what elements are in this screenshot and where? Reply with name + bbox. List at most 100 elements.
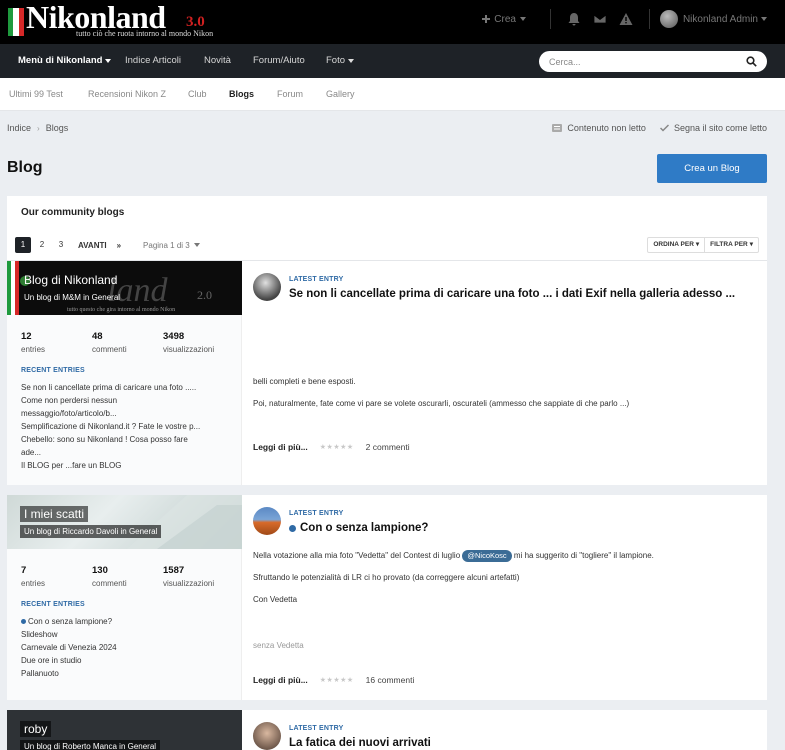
blog-row: land 2.0 tutto questo che gira intorno a… xyxy=(7,261,767,485)
subnav-item-tests[interactable]: Ultimi 99 Test xyxy=(9,78,63,111)
nav-item-news[interactable]: Novità xyxy=(204,44,231,78)
entry-paragraph: Nella votazione alla mia foto "Vedetta" … xyxy=(253,550,654,562)
subnav-item-blogs[interactable]: Blogs xyxy=(229,78,254,111)
cover-image: land 2.0 tutto questo che gira intorno a… xyxy=(7,261,212,315)
avatar[interactable] xyxy=(253,507,281,535)
latest-entry-title-text: Con o senza lampione? xyxy=(300,522,429,534)
entry-footer: Leggi di più... ★★★★★ 16 commenti xyxy=(253,675,414,685)
nav-item-menu[interactable]: Menù di Nikonland xyxy=(18,44,112,78)
mark-read-link[interactable]: Segna il sito come letto xyxy=(659,123,767,133)
chevron-down-icon xyxy=(193,243,200,247)
stat-value: 12 xyxy=(21,331,32,342)
latest-entry-title[interactable]: La fatica dei nuovi arrivati xyxy=(289,737,431,749)
subnav-item-gallery[interactable]: Gallery xyxy=(326,78,355,111)
stat-label: visualizzazioni xyxy=(163,345,215,354)
next-page-button[interactable]: AVANTI xyxy=(78,241,107,250)
create-blog-button[interactable]: Crea un Blog xyxy=(657,154,767,183)
entry-paragraph: Con Vedetta xyxy=(253,595,298,604)
sort-button[interactable]: ORDINA PER ▾ xyxy=(648,238,704,252)
filter-button[interactable]: FILTRA PER ▾ xyxy=(704,238,758,252)
blog-stats: 7 entries 130 commenti 1587 visualizzazioni xyxy=(21,565,234,588)
nav-item-articles[interactable]: Indice Articoli xyxy=(125,44,181,78)
avatar[interactable] xyxy=(253,273,281,301)
bell-icon[interactable] xyxy=(567,12,581,26)
subnav-item-club[interactable]: Club xyxy=(188,78,207,111)
page-3-button[interactable]: 3 xyxy=(53,237,69,253)
site-header: Nikonland 3.0 tutto ciò che ruota intorn… xyxy=(0,0,785,44)
main-nav: Menù di Nikonland Indice Articoli Novità… xyxy=(0,44,785,78)
list-item[interactable]: Semplificazione di Nikonland.it ? Fate l… xyxy=(21,420,231,433)
list-item[interactable]: Due ore in studio xyxy=(21,654,231,667)
comments-count[interactable]: 16 commenti xyxy=(366,675,415,685)
list-item[interactable]: Con o senza lampione? xyxy=(21,615,231,628)
envelope-icon[interactable] xyxy=(593,12,607,26)
warning-icon[interactable] xyxy=(619,12,633,26)
subnav-item-reviews[interactable]: Recensioni Nikon Z xyxy=(88,78,166,111)
search-input[interactable] xyxy=(539,51,729,72)
last-page-button[interactable]: » xyxy=(117,241,121,250)
unread-dot-icon xyxy=(21,619,26,624)
header-divider xyxy=(549,9,551,29)
list-item[interactable]: Pallanuoto xyxy=(21,667,231,680)
user-menu[interactable]: Nikonland Admin xyxy=(683,14,767,25)
stat-label: visualizzazioni xyxy=(163,579,215,588)
rating-stars[interactable]: ★★★★★ xyxy=(320,676,354,684)
blog-title[interactable]: I miei scatti xyxy=(20,506,89,522)
read-more-link[interactable]: Leggi di più... xyxy=(253,442,308,452)
user-name-label: Nikonland Admin xyxy=(682,13,758,25)
blog-title[interactable]: Blog di Nikonland xyxy=(20,272,121,288)
avatar[interactable] xyxy=(659,10,678,28)
page-jump-menu[interactable]: Pagina 1 di 3 xyxy=(143,241,200,250)
list-item[interactable]: Slideshow xyxy=(21,628,231,641)
page-title: Blog xyxy=(7,159,43,176)
stat-comments: 48 commenti xyxy=(92,331,163,354)
user-bar: Crea Nikonland Admin xyxy=(482,0,767,38)
stat-entries: 12 entries xyxy=(21,331,92,354)
subnav-item-forum[interactable]: Forum xyxy=(277,78,303,111)
stat-value: 48 xyxy=(92,331,103,342)
mark-read-label: Segna il sito come letto xyxy=(673,123,767,133)
page-1-button[interactable]: 1 xyxy=(15,237,31,253)
blog-cover[interactable]: roby Un blog di Roberto Manca in General xyxy=(7,710,242,750)
list-item[interactable]: Il BLOG per ...fare un BLOG xyxy=(21,459,231,472)
list-item[interactable]: Come non perdersi nessun xyxy=(21,394,231,407)
pagination: 1 2 3 AVANTI » Pagina 1 di 3 xyxy=(15,237,200,253)
latest-entry: LATEST ENTRY La fatica dei nuovi arrivat… xyxy=(253,710,761,750)
list-item[interactable]: Se non li cancellate prima di caricare u… xyxy=(21,381,231,394)
search-icon[interactable] xyxy=(746,56,757,67)
avatar[interactable] xyxy=(253,722,281,750)
latest-entry: LATEST ENTRY Con o senza lampione? Nella… xyxy=(253,495,761,700)
recent-entries-heading: RECENT ENTRIES xyxy=(21,367,85,374)
breadcrumb-item-home[interactable]: Indice xyxy=(7,123,31,133)
nav-item-photo[interactable]: Foto xyxy=(326,44,354,78)
list-item[interactable]: Chebello: sono su Nikonland ! Cosa posso… xyxy=(21,433,231,446)
user-mention[interactable]: @NicoKosc xyxy=(462,550,512,562)
unread-content-link[interactable]: Contenuto non letto xyxy=(552,123,646,133)
comments-count[interactable]: 2 commenti xyxy=(366,442,410,452)
search-box xyxy=(539,51,767,72)
blog-cover[interactable]: land 2.0 tutto questo che gira intorno a… xyxy=(7,261,242,315)
blog-summary: land 2.0 tutto questo che gira intorno a… xyxy=(7,261,242,485)
blog-subtitle: Un blog di Riccardo Davoli in General xyxy=(20,525,162,538)
latest-entry-title[interactable]: Con o senza lampione? xyxy=(289,522,428,534)
rating-stars[interactable]: ★★★★★ xyxy=(320,443,354,451)
header-divider xyxy=(648,9,650,29)
latest-entry-title[interactable]: Se non li cancellate prima di caricare u… xyxy=(289,288,735,300)
unread-dot-icon xyxy=(289,524,296,532)
blog-title[interactable]: roby xyxy=(20,721,52,737)
list-item[interactable]: ade... xyxy=(21,446,231,459)
stat-comments: 130 commenti xyxy=(92,565,163,588)
stat-label: commenti xyxy=(92,345,127,354)
list-item[interactable]: Carnevale di Venezia 2024 xyxy=(21,641,231,654)
blog-cover[interactable]: I miei scatti Un blog di Riccardo Davoli… xyxy=(7,495,242,549)
read-more-link[interactable]: Leggi di più... xyxy=(253,675,308,685)
page-2-button[interactable]: 2 xyxy=(34,237,50,253)
unread-content-label: Contenuto non letto xyxy=(567,123,646,133)
entry-paragraph: Poi, naturalmente, fate come vi pare se … xyxy=(253,399,630,408)
nav-item-forum[interactable]: Forum/Aiuto xyxy=(253,44,305,78)
list-item[interactable]: messaggio/foto/articolo/b... xyxy=(21,407,231,420)
entry-footer: Leggi di più... ★★★★★ 2 commenti xyxy=(253,442,410,452)
breadcrumb-item-blogs[interactable]: Blogs xyxy=(46,123,69,133)
create-menu[interactable]: Crea xyxy=(482,14,526,25)
stat-label: commenti xyxy=(92,579,127,588)
